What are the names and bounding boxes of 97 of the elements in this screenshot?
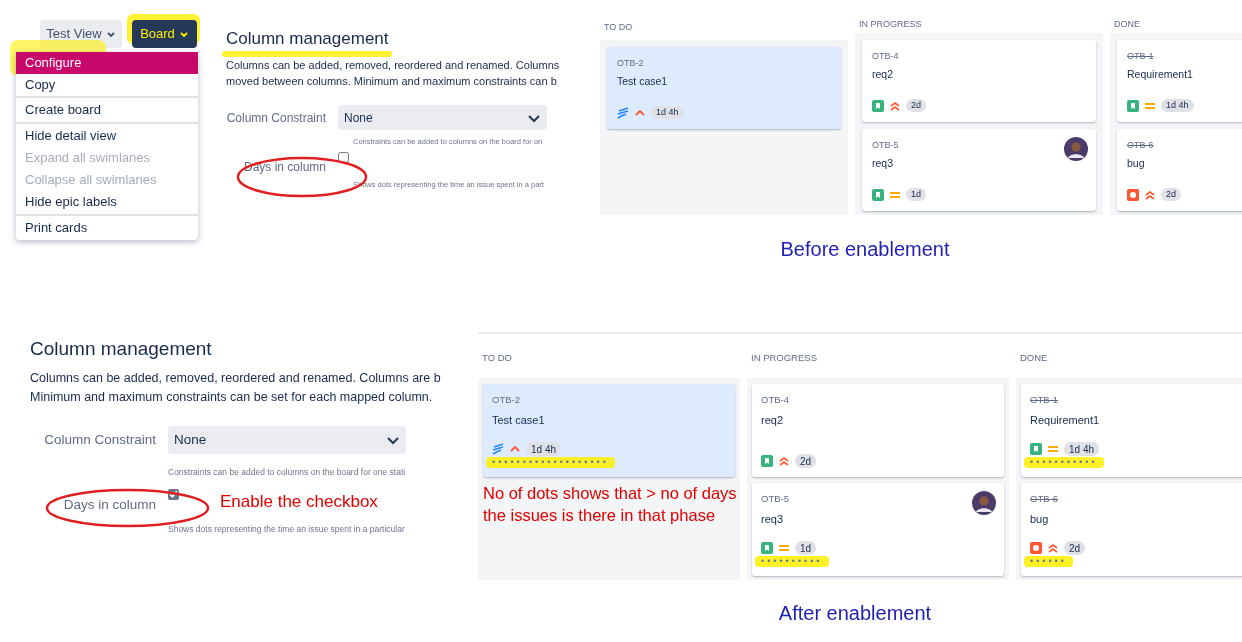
- bookmark-icon: [1030, 443, 1042, 455]
- annotation-text: Enable the checkbox: [220, 492, 379, 512]
- issue-card[interactable]: OTB-1 Requirement1 1d 4h •••••••••••: [1021, 384, 1242, 477]
- checkbox[interactable]: [168, 488, 179, 500]
- field-label: Column Constraint: [44, 430, 156, 449]
- issue-card[interactable]: OTB-1 Requirement1 1d 4h: [1117, 40, 1242, 122]
- column-header: DONE: [1114, 17, 1140, 31]
- column-header: TO DO: [482, 350, 512, 365]
- issue-title: Requirement1: [1030, 413, 1100, 429]
- issue-card[interactable]: OTB-2 Test case1 1d 4h: [607, 47, 841, 129]
- constraint-select[interactable]: None: [338, 105, 547, 131]
- priority-highest-icon: [889, 99, 901, 112]
- issue-card[interactable]: OTB-5 req3 1d ••••••••••: [752, 483, 1004, 576]
- issue-card[interactable]: OTB-6 bug 2d: [1117, 129, 1242, 211]
- bug-icon: [1127, 188, 1139, 201]
- caption: Before enablement: [779, 237, 951, 262]
- menu-item[interactable]: Hide epic labels: [16, 191, 198, 213]
- time-badge: 1d 4h: [1161, 99, 1194, 112]
- board-dropdown[interactable]: Board: [132, 20, 197, 48]
- time-badge: 1d: [906, 188, 926, 201]
- issue-card[interactable]: OTB-4 req2 2d: [862, 40, 1096, 122]
- menu-item[interactable]: Create board: [16, 99, 198, 121]
- menu-item[interactable]: Configure: [16, 52, 198, 74]
- field-label: Days in column: [63, 495, 156, 514]
- menu-item: Collapse all swimlanes: [24, 171, 158, 190]
- bookmark-icon: [1127, 99, 1139, 112]
- issue-key: OTB-4: [761, 393, 789, 408]
- description-text: Columns can be added, removed, reordered and renamed. Columns: [226, 58, 561, 74]
- bug-icon: [1030, 542, 1042, 554]
- bookmark-icon: [872, 99, 884, 112]
- issue-title: req3: [872, 155, 893, 171]
- menu-item[interactable]: Hide detail view: [16, 125, 198, 147]
- swoosh-icon: [617, 106, 629, 119]
- days-dots: •••••••••••••••••••: [486, 457, 615, 468]
- description-text: Columns can be added, removed, reordered and renamed. Columns are b: [30, 369, 442, 387]
- time-badge: 1d 4h: [526, 442, 562, 456]
- issue-title: bug: [1030, 512, 1049, 528]
- bookmark-icon: [761, 542, 773, 554]
- section-heading: Column management: [30, 337, 212, 361]
- priority-highest-icon: [778, 455, 790, 467]
- caption: After enablement: [777, 601, 933, 626]
- menu-item[interactable]: Copy: [16, 74, 198, 96]
- time-badge: 1d 4h: [1064, 442, 1100, 456]
- chevron-down-icon: [178, 29, 189, 39]
- hint-text: Shows dots representing the time an issue spent in a particular: [168, 522, 405, 536]
- issue-title: Requirement1: [1127, 66, 1193, 82]
- priority-highest-icon: [1047, 542, 1059, 554]
- time-badge: 2d: [1161, 188, 1181, 201]
- chevron-down-icon: [105, 29, 116, 39]
- days-dots: ••••••••••: [755, 556, 829, 567]
- menu-item: Expand all swimlanes: [24, 149, 151, 168]
- column-header: TO DO: [604, 21, 633, 35]
- swoosh-icon: [492, 443, 504, 455]
- issue-key: OTB-4: [872, 50, 899, 64]
- bookmark-icon: [872, 188, 884, 201]
- issue-key: OTB-6: [1127, 139, 1154, 153]
- issue-card[interactable]: OTB-5 req3 1d: [862, 129, 1096, 211]
- issue-card[interactable]: OTB-2 Test case1 1d 4h •••••••••••••••••••: [483, 384, 735, 477]
- constraint-select[interactable]: None: [168, 425, 406, 454]
- time-badge: 2d: [795, 454, 817, 468]
- issue-key: OTB-1: [1127, 50, 1154, 64]
- issue-title: Test case1: [617, 73, 668, 89]
- time-badge: 2d: [1064, 541, 1086, 555]
- bookmark-icon: [761, 455, 773, 467]
- menu-item[interactable]: Print cards: [16, 217, 198, 239]
- priority-highest-icon: [1144, 188, 1156, 201]
- issue-key: OTB-1: [1030, 393, 1058, 408]
- issue-title: req3: [761, 512, 784, 528]
- description-text: moved between columns. Minimum and maximum constraints can b: [226, 74, 558, 90]
- issue-card[interactable]: OTB-6 bug 2d ••••••: [1021, 483, 1242, 576]
- issue-title: Test case1: [492, 413, 545, 429]
- priority-medium-icon: [778, 542, 790, 554]
- issue-key: OTB-2: [492, 393, 520, 408]
- issue-key: OTB-5: [761, 492, 789, 507]
- time-badge: 2d: [906, 99, 926, 112]
- priority-medium-icon: [1047, 443, 1059, 455]
- section-heading: Column management: [226, 28, 389, 50]
- issue-key: OTB-6: [1030, 492, 1058, 507]
- time-badge: 1d 4h: [651, 106, 684, 119]
- issue-title: req2: [872, 66, 893, 82]
- issue-title: req2: [761, 413, 784, 429]
- days-dots: ••••••: [1024, 556, 1073, 567]
- issue-title: bug: [1127, 155, 1145, 171]
- issue-key: OTB-5: [872, 139, 899, 153]
- checkbox[interactable]: [338, 151, 349, 163]
- view-dropdown[interactable]: Test View: [40, 20, 122, 48]
- field-label: Column Constraint: [226, 109, 326, 127]
- days-dots: •••••••••••: [1024, 457, 1104, 468]
- column-header: IN PROGRESS: [859, 17, 922, 31]
- issue-card[interactable]: OTB-4 req2 2d: [752, 384, 1004, 477]
- annotation-text: No of dots shows that > no of days the issues is there in that phase: [483, 483, 738, 526]
- issue-key: OTB-2: [617, 57, 644, 71]
- column-header: DONE: [1020, 350, 1048, 365]
- hint-text: Constraints can be added to columns on the board for one stati: [168, 465, 406, 479]
- column-header: IN PROGRESS: [751, 350, 817, 365]
- description-text: Minimum and maximum constraints can be set for each mapped column.: [30, 388, 434, 406]
- time-badge: 1d: [795, 541, 817, 555]
